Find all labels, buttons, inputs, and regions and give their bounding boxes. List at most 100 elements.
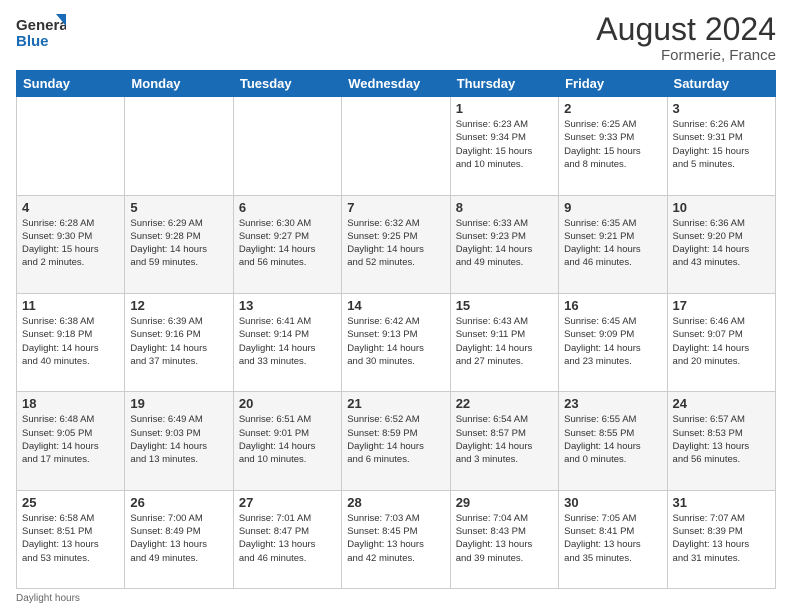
calendar-cell: 3Sunrise: 6:26 AMSunset: 9:31 PMDaylight… xyxy=(667,97,775,195)
day-number: 24 xyxy=(673,396,770,411)
day-info: Sunrise: 6:55 AMSunset: 8:55 PMDaylight:… xyxy=(564,413,661,466)
calendar-cell: 14 Sunrise: 6:42 AMSunset: 9:13 PMDayligh… xyxy=(342,293,450,391)
calendar-cell: 21 Sunrise: 6:52 AMSunset: 8:59 PMDayligh… xyxy=(342,392,450,490)
calendar-cell: 12 Sunrise: 6:39 AMSunset: 9:16 PMDayligh… xyxy=(125,293,233,391)
day-info: Sunrise: 6:58 AMSunset: 8:51 PMDaylight:… xyxy=(22,512,119,565)
calendar-cell: 17Sunrise: 6:46 AMSunset: 9:07 PMDayligh… xyxy=(667,293,775,391)
footer-note: Daylight hours xyxy=(16,593,776,604)
day-number: 11 xyxy=(22,298,119,313)
day-number: 12 xyxy=(130,298,227,313)
calendar-cell: 7Sunrise: 6:32 AMSunset: 9:25 PMDaylight… xyxy=(342,195,450,293)
day-info: Sunrise: 6:33 AMSunset: 9:23 PMDaylight:… xyxy=(456,217,553,270)
calendar-cell: 10 Sunrise: 6:36 AMSunset: 9:20 PMDayligh… xyxy=(667,195,775,293)
calendar-cell xyxy=(233,97,341,195)
day-number: 29 xyxy=(456,495,553,510)
day-info: Sunrise: 6:43 AMSunset: 9:11 PMDaylight:… xyxy=(456,315,553,368)
day-number: 3 xyxy=(673,101,770,116)
week-row-1: 4Sunrise: 6:28 AMSunset: 9:30 PMDaylight… xyxy=(17,195,776,293)
day-info: Sunrise: 6:48 AMSunset: 9:05 PMDaylight:… xyxy=(22,413,119,466)
day-info: Sunrise: 7:04 AMSunset: 8:43 PMDaylight:… xyxy=(456,512,553,565)
calendar-header-row: SundayMondayTuesdayWednesdayThursdayFrid… xyxy=(17,71,776,97)
calendar-cell: 27 Sunrise: 7:01 AMSunset: 8:47 PMDayligh… xyxy=(233,490,341,588)
day-header-friday: Friday xyxy=(559,71,667,97)
week-row-2: 11Sunrise: 6:38 AMSunset: 9:18 PMDayligh… xyxy=(17,293,776,391)
day-number: 26 xyxy=(130,495,227,510)
svg-text:General: General xyxy=(16,17,66,34)
day-number: 1 xyxy=(456,101,553,116)
calendar-cell: 24Sunrise: 6:57 AMSunset: 8:53 PMDayligh… xyxy=(667,392,775,490)
day-number: 15 xyxy=(456,298,553,313)
day-info: Sunrise: 6:49 AMSunset: 9:03 PMDaylight:… xyxy=(130,413,227,466)
day-number: 25 xyxy=(22,495,119,510)
month-year: August 2024 xyxy=(596,12,776,47)
calendar-table: SundayMondayTuesdayWednesdayThursdayFrid… xyxy=(16,70,776,589)
calendar-cell: 4Sunrise: 6:28 AMSunset: 9:30 PMDaylight… xyxy=(17,195,125,293)
day-info: Sunrise: 6:51 AMSunset: 9:01 PMDaylight:… xyxy=(239,413,336,466)
logo-svg: General Blue xyxy=(16,12,66,54)
calendar-cell: 1 Sunrise: 6:23 AMSunset: 9:34 PMDaylight… xyxy=(450,97,558,195)
day-info: Sunrise: 6:29 AMSunset: 9:28 PMDaylight:… xyxy=(130,217,227,270)
day-info: Sunrise: 7:01 AMSunset: 8:47 PMDaylight:… xyxy=(239,512,336,565)
daylight-label: Daylight hours xyxy=(16,593,80,604)
day-number: 14 xyxy=(347,298,444,313)
calendar-cell: 2Sunrise: 6:25 AMSunset: 9:33 PMDaylight… xyxy=(559,97,667,195)
day-info: Sunrise: 6:28 AMSunset: 9:30 PMDaylight:… xyxy=(22,217,119,270)
day-number: 16 xyxy=(564,298,661,313)
calendar-cell: 9Sunrise: 6:35 AMSunset: 9:21 PMDaylight… xyxy=(559,195,667,293)
calendar-cell: 25 Sunrise: 6:58 AMSunset: 8:51 PMDayligh… xyxy=(17,490,125,588)
day-number: 10 xyxy=(673,200,770,215)
day-number: 8 xyxy=(456,200,553,215)
day-header-sunday: Sunday xyxy=(17,71,125,97)
day-info: Sunrise: 7:05 AMSunset: 8:41 PMDaylight:… xyxy=(564,512,661,565)
week-row-0: 1 Sunrise: 6:23 AMSunset: 9:34 PMDaylight… xyxy=(17,97,776,195)
day-info: Sunrise: 6:32 AMSunset: 9:25 PMDaylight:… xyxy=(347,217,444,270)
day-number: 22 xyxy=(456,396,553,411)
day-number: 9 xyxy=(564,200,661,215)
day-info: Sunrise: 6:45 AMSunset: 9:09 PMDaylight:… xyxy=(564,315,661,368)
day-info: Sunrise: 7:07 AMSunset: 8:39 PMDaylight:… xyxy=(673,512,770,565)
day-header-tuesday: Tuesday xyxy=(233,71,341,97)
day-info: Sunrise: 6:39 AMSunset: 9:16 PMDaylight:… xyxy=(130,315,227,368)
day-number: 31 xyxy=(673,495,770,510)
day-info: Sunrise: 6:23 AMSunset: 9:34 PMDaylight:… xyxy=(456,118,553,171)
calendar-cell xyxy=(17,97,125,195)
calendar-cell: 8 Sunrise: 6:33 AMSunset: 9:23 PMDaylight… xyxy=(450,195,558,293)
calendar-cell: 20Sunrise: 6:51 AMSunset: 9:01 PMDayligh… xyxy=(233,392,341,490)
calendar-cell: 23Sunrise: 6:55 AMSunset: 8:55 PMDayligh… xyxy=(559,392,667,490)
calendar-cell: 31 Sunrise: 7:07 AMSunset: 8:39 PMDayligh… xyxy=(667,490,775,588)
calendar-cell: 13 Sunrise: 6:41 AMSunset: 9:14 PMDayligh… xyxy=(233,293,341,391)
calendar-cell: 16 Sunrise: 6:45 AMSunset: 9:09 PMDayligh… xyxy=(559,293,667,391)
logo: General Blue xyxy=(16,12,66,54)
day-info: Sunrise: 6:41 AMSunset: 9:14 PMDaylight:… xyxy=(239,315,336,368)
day-header-wednesday: Wednesday xyxy=(342,71,450,97)
day-number: 21 xyxy=(347,396,444,411)
calendar-cell xyxy=(342,97,450,195)
day-info: Sunrise: 6:36 AMSunset: 9:20 PMDaylight:… xyxy=(673,217,770,270)
calendar-cell xyxy=(125,97,233,195)
calendar-cell: 26 Sunrise: 7:00 AMSunset: 8:49 PMDayligh… xyxy=(125,490,233,588)
day-info: Sunrise: 7:03 AMSunset: 8:45 PMDaylight:… xyxy=(347,512,444,565)
day-number: 27 xyxy=(239,495,336,510)
day-info: Sunrise: 6:52 AMSunset: 8:59 PMDaylight:… xyxy=(347,413,444,466)
day-number: 28 xyxy=(347,495,444,510)
calendar-cell: 28 Sunrise: 7:03 AMSunset: 8:45 PMDayligh… xyxy=(342,490,450,588)
calendar-cell: 19Sunrise: 6:49 AMSunset: 9:03 PMDayligh… xyxy=(125,392,233,490)
svg-text:Blue: Blue xyxy=(16,33,49,50)
week-row-3: 18Sunrise: 6:48 AMSunset: 9:05 PMDayligh… xyxy=(17,392,776,490)
calendar-cell: 6 Sunrise: 6:30 AMSunset: 9:27 PMDaylight… xyxy=(233,195,341,293)
day-info: Sunrise: 7:00 AMSunset: 8:49 PMDaylight:… xyxy=(130,512,227,565)
day-info: Sunrise: 6:42 AMSunset: 9:13 PMDaylight:… xyxy=(347,315,444,368)
day-info: Sunrise: 6:30 AMSunset: 9:27 PMDaylight:… xyxy=(239,217,336,270)
calendar-cell: 15 Sunrise: 6:43 AMSunset: 9:11 PMDayligh… xyxy=(450,293,558,391)
day-info: Sunrise: 6:25 AMSunset: 9:33 PMDaylight:… xyxy=(564,118,661,171)
week-row-4: 25 Sunrise: 6:58 AMSunset: 8:51 PMDayligh… xyxy=(17,490,776,588)
header: General Blue August 2024 Formerie, Franc… xyxy=(16,12,776,64)
calendar-cell: 18Sunrise: 6:48 AMSunset: 9:05 PMDayligh… xyxy=(17,392,125,490)
calendar-cell: 22 Sunrise: 6:54 AMSunset: 8:57 PMDayligh… xyxy=(450,392,558,490)
day-number: 5 xyxy=(130,200,227,215)
day-info: Sunrise: 6:54 AMSunset: 8:57 PMDaylight:… xyxy=(456,413,553,466)
day-number: 6 xyxy=(239,200,336,215)
day-number: 17 xyxy=(673,298,770,313)
day-header-thursday: Thursday xyxy=(450,71,558,97)
day-number: 13 xyxy=(239,298,336,313)
